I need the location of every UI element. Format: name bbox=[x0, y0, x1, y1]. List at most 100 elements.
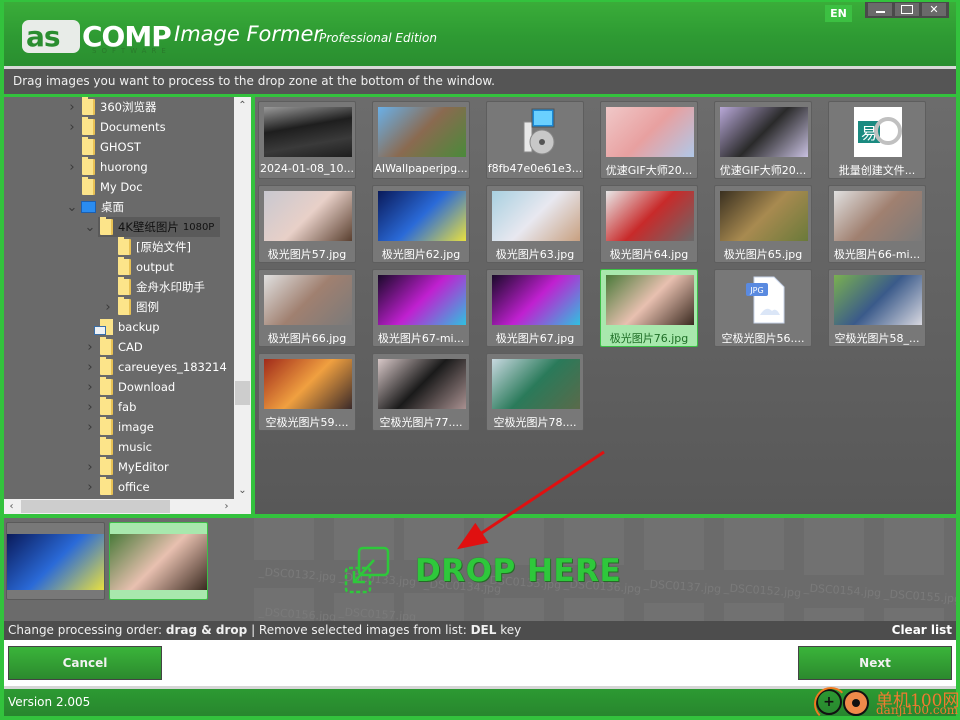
neon-city-image bbox=[378, 191, 466, 241]
image-thumbnail[interactable]: 极光图片67.jpg bbox=[486, 269, 584, 347]
image-thumbnail[interactable]: 极光图片67-mi... bbox=[372, 269, 470, 347]
tree-item[interactable]: output bbox=[100, 257, 180, 277]
folder-icon bbox=[100, 217, 113, 235]
scroll-right-icon[interactable]: › bbox=[219, 499, 234, 514]
image-thumbnail[interactable]: 易批量创建文件... bbox=[828, 101, 926, 179]
chevron-right-icon[interactable]: › bbox=[82, 340, 98, 355]
clear-list-link[interactable]: Clear list bbox=[892, 621, 952, 640]
chevron-right-icon[interactable]: › bbox=[82, 380, 98, 395]
image-caption: 极光图片64.jpg bbox=[609, 248, 689, 261]
neon-city-image bbox=[7, 534, 104, 590]
image-thumbnail[interactable]: JPG 空极光图片56.... bbox=[714, 269, 812, 347]
drop-zone[interactable]: _DSC0132.jpg _DSC0133.jpg _DSC0134.jpg _DSC… bbox=[4, 518, 956, 621]
image-thumbnail[interactable]: 空极光图片77.... bbox=[372, 353, 470, 431]
image-thumbnail[interactable]: f8fb47e0e61e3... bbox=[486, 101, 584, 179]
folder-icon bbox=[118, 277, 131, 295]
tree-item[interactable]: › Documents bbox=[64, 117, 172, 137]
maximize-button[interactable] bbox=[895, 3, 919, 16]
image-caption: 空极光图片78.... bbox=[493, 416, 577, 429]
scroll-up-icon[interactable]: ⌃ bbox=[234, 97, 251, 114]
tree-item[interactable]: › fab bbox=[82, 397, 142, 417]
chevron-right-icon[interactable]: › bbox=[82, 400, 98, 415]
chevron-right-icon[interactable]: › bbox=[82, 460, 98, 475]
tree-item[interactable]: ⌄ 桌面 bbox=[64, 197, 130, 217]
ghost-thumbnail bbox=[254, 518, 314, 560]
image-caption: 空极光图片56.... bbox=[721, 332, 805, 345]
tree-item[interactable]: › 图例 bbox=[100, 297, 165, 317]
chevron-down-icon[interactable]: ⌄ bbox=[64, 200, 80, 215]
language-button[interactable]: EN bbox=[825, 5, 852, 22]
ghost-thumbnail bbox=[644, 518, 704, 570]
chevron-down-icon[interactable]: ⌄ bbox=[82, 220, 98, 235]
ghost-caption: _DSC0132.jpg bbox=[258, 565, 337, 584]
image-thumbnail[interactable]: 空极光图片59.... bbox=[258, 353, 356, 431]
image-thumbnail[interactable]: 极光图片57.jpg bbox=[258, 185, 356, 263]
image-thumbnail[interactable]: AIWallpaperjpg... bbox=[372, 101, 470, 179]
folder-icon bbox=[82, 117, 95, 135]
ascomp-logo: as COMP SOFTWARE bbox=[22, 18, 172, 55]
cancel-button[interactable]: Cancel bbox=[8, 646, 162, 680]
tree-item[interactable]: music bbox=[82, 437, 158, 457]
watermark-url: danji100.com bbox=[876, 703, 959, 717]
chevron-right-icon[interactable]: › bbox=[82, 420, 98, 435]
image-thumbnail[interactable]: 2024-01-08_10... bbox=[258, 101, 356, 179]
tree-horizontal-scrollbar[interactable]: ‹ › bbox=[4, 499, 234, 514]
folder-tree[interactable]: › 360浏览器 › Documents GHOST › huorong My Doc ⌄ 桌面 ⌄… bbox=[4, 97, 251, 514]
tree-item[interactable]: › MyEditor bbox=[82, 457, 175, 477]
scroll-down-icon[interactable]: ⌄ bbox=[234, 482, 251, 499]
image-thumbnail[interactable]: 极光图片65.jpg bbox=[714, 185, 812, 263]
image-grid[interactable]: 2024-01-08_10... AIWallpaperjpg... f8fb47e… bbox=[255, 97, 956, 514]
queued-image[interactable] bbox=[6, 522, 105, 600]
watermark: + 单机100网 danji100.com bbox=[812, 684, 959, 720]
tree-item[interactable]: ⌄ 4K壁纸图片 1080P bbox=[82, 217, 221, 237]
image-thumbnail[interactable]: 优速GIF大师20... bbox=[600, 101, 698, 179]
drop-here-label: DROP HERE bbox=[415, 553, 622, 589]
ghost-thumbnail bbox=[724, 603, 784, 621]
scroll-left-icon[interactable]: ‹ bbox=[4, 499, 19, 514]
tree-item[interactable]: GHOST bbox=[64, 137, 147, 157]
close-button[interactable]: ✕ bbox=[922, 3, 946, 16]
dragon-sea-image bbox=[492, 359, 580, 409]
image-thumbnail[interactable]: 极光图片66.jpg bbox=[258, 269, 356, 347]
tree-item[interactable]: › office bbox=[82, 477, 156, 497]
image-thumbnail[interactable]: 极光图片63.jpg bbox=[486, 185, 584, 263]
chevron-right-icon[interactable]: › bbox=[64, 100, 80, 115]
image-thumbnail[interactable]: 极光图片66-mi... bbox=[828, 185, 926, 263]
tree-item[interactable]: › Download bbox=[82, 377, 181, 397]
next-button[interactable]: Next bbox=[798, 646, 952, 680]
tree-item[interactable]: backup bbox=[82, 317, 166, 337]
ghost-caption: _DSC0152.jpg bbox=[723, 581, 802, 600]
image-thumbnail[interactable]: 优速GIF大师20... bbox=[714, 101, 812, 179]
tree-item[interactable]: › huorong bbox=[64, 157, 154, 177]
folder-icon bbox=[100, 397, 113, 415]
scroll-thumb[interactable] bbox=[235, 381, 250, 405]
image-thumbnail[interactable]: 空极光图片58_... bbox=[828, 269, 926, 347]
image-thumbnail[interactable]: 极光图片62.jpg bbox=[372, 185, 470, 263]
tree-item[interactable]: 金舟水印助手 bbox=[100, 277, 211, 297]
chevron-right-icon[interactable]: › bbox=[82, 480, 98, 495]
image-caption: 2024-01-08_10... bbox=[260, 162, 354, 175]
chevron-right-icon[interactable]: › bbox=[82, 360, 98, 375]
tree-vertical-scrollbar[interactable]: ⌃ ⌄ bbox=[234, 97, 251, 499]
chevron-right-icon[interactable]: › bbox=[100, 300, 116, 315]
neon-purple-image bbox=[378, 275, 466, 325]
logo-text-as: as bbox=[26, 20, 61, 53]
chevron-right-icon[interactable]: › bbox=[64, 160, 80, 175]
tree-item[interactable]: › image bbox=[82, 417, 160, 437]
minimize-button[interactable] bbox=[868, 3, 892, 16]
tree-item[interactable]: My Doc bbox=[64, 177, 149, 197]
chevron-right-icon[interactable]: › bbox=[64, 120, 80, 135]
folder-icon bbox=[82, 177, 95, 195]
tree-item[interactable]: › 360浏览器 bbox=[64, 97, 162, 117]
tree-item[interactable]: › careueyes_183214 bbox=[82, 357, 233, 377]
scroll-thumb[interactable] bbox=[21, 500, 170, 513]
pink-portrait-image bbox=[606, 107, 694, 157]
tree-item[interactable]: › CAD bbox=[82, 337, 149, 357]
image-thumbnail[interactable]: 空极光图片78.... bbox=[486, 353, 584, 431]
bw-landscape-image bbox=[264, 107, 352, 157]
image-thumbnail[interactable]: 极光图片64.jpg bbox=[600, 185, 698, 263]
tree-item[interactable]: [原始文件] bbox=[100, 237, 197, 257]
image-thumbnail[interactable]: 极光图片76.jpg bbox=[600, 269, 698, 347]
ghost-caption: _DSC0137.jpg bbox=[643, 577, 722, 596]
queued-image[interactable] bbox=[109, 522, 208, 600]
